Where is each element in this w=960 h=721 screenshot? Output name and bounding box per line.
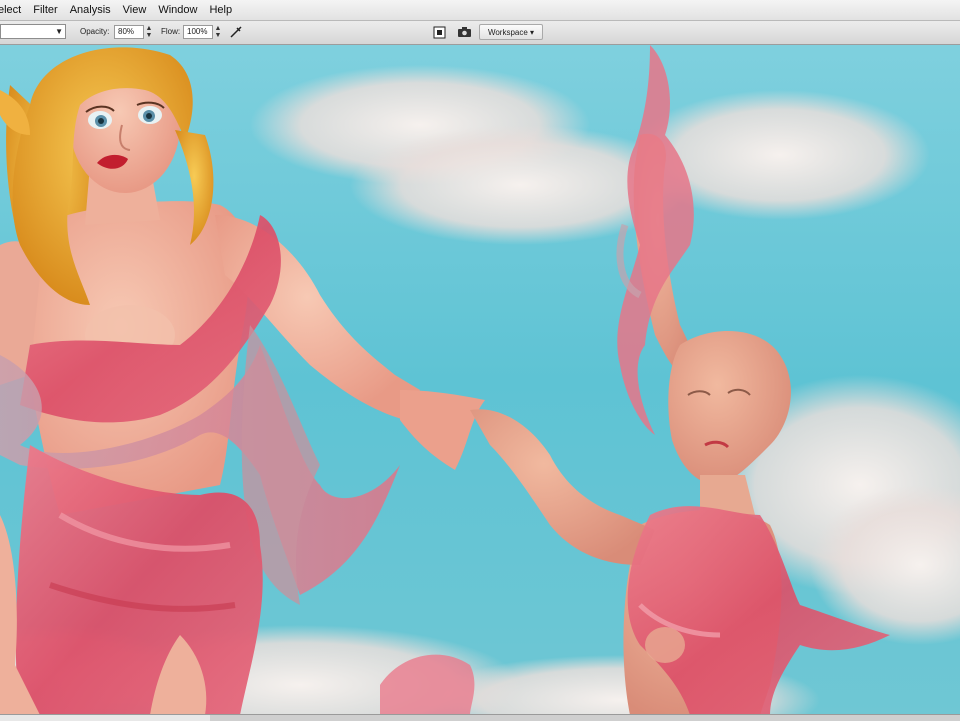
brush-preset-picker[interactable]: ▼ xyxy=(0,24,66,39)
menu-window[interactable]: Window xyxy=(152,0,203,20)
opacity-field[interactable]: 80% xyxy=(114,25,144,39)
options-bar: ▼ Opacity: 80% ▲ ▼ Flow: 100% ▲ ▼ Workspac… xyxy=(0,21,960,45)
chevron-down-icon: ▼ xyxy=(55,27,63,36)
menu-analysis[interactable]: Analysis xyxy=(64,0,117,20)
menu-bar: elect Filter Analysis View Window Help xyxy=(0,0,960,21)
document-tab[interactable] xyxy=(0,715,210,721)
workspace-dropdown[interactable]: Workspace ▾ xyxy=(479,24,543,40)
menu-filter[interactable]: Filter xyxy=(27,0,63,20)
painting xyxy=(0,45,960,715)
menu-select[interactable]: elect xyxy=(0,0,27,20)
flow-label: Flow: xyxy=(161,27,181,36)
flow-field[interactable]: 100% xyxy=(183,25,213,39)
opacity-stepper[interactable]: ▲ ▼ xyxy=(144,25,154,39)
camera-icon[interactable] xyxy=(456,24,472,40)
menu-help[interactable]: Help xyxy=(203,0,238,20)
menu-view[interactable]: View xyxy=(117,0,153,20)
opacity-label: Opacity: xyxy=(80,27,110,36)
airbrush-icon[interactable] xyxy=(228,24,244,40)
flow-stepper[interactable]: ▲ ▼ xyxy=(213,25,223,39)
tablet-pressure-icon[interactable] xyxy=(431,24,447,40)
document-canvas[interactable] xyxy=(0,45,960,715)
